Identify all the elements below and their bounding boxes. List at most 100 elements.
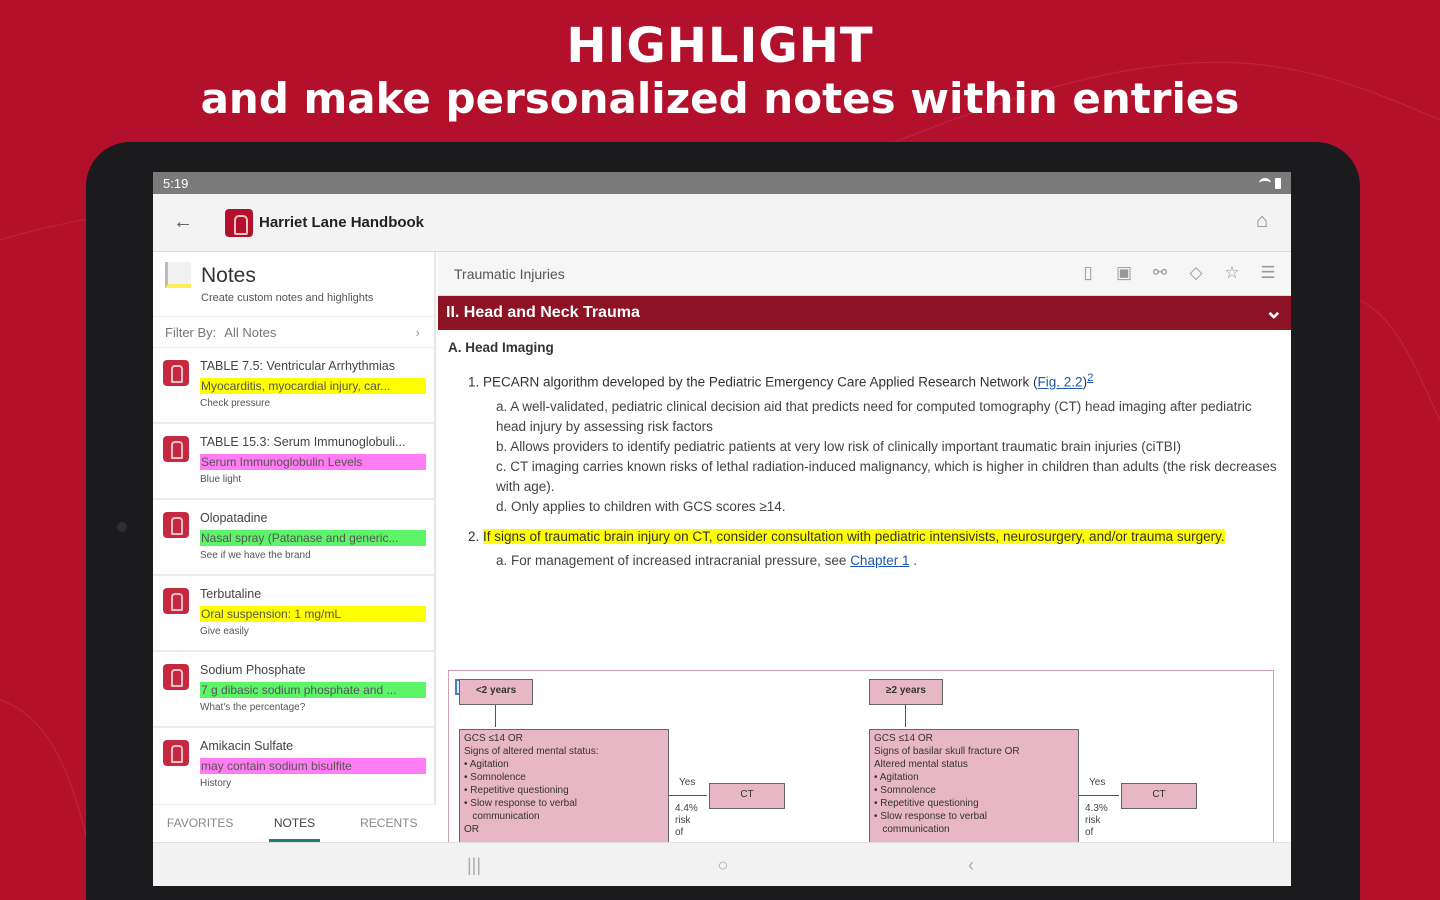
wifi-icon	[1259, 178, 1271, 188]
chevron-right-icon: ›	[415, 324, 420, 340]
item-text: a. For management of increased intracran…	[496, 552, 851, 568]
entry-book-icon	[163, 512, 189, 538]
list-item: a. For management of increased intracran…	[448, 551, 1281, 571]
camera-icon	[117, 522, 127, 532]
list-item: d. Only applies to children with GCS sco…	[496, 498, 786, 514]
tab-favorites[interactable]: FAVORITES	[153, 805, 247, 842]
notes-title: Notes	[201, 264, 256, 287]
battery-icon	[1275, 177, 1281, 189]
age-box-2-plus: ≥2 years	[869, 679, 943, 705]
tag-icon[interactable]: ◇	[1185, 262, 1207, 284]
tab-recents[interactable]: RECENTS	[342, 805, 436, 842]
criteria-box-right: GCS ≤14 OR Signs of basilar skull fractu…	[869, 729, 1079, 842]
save-icon[interactable]: ▣	[1113, 262, 1135, 284]
app-title: Harriet Lane Handbook	[259, 214, 425, 231]
filter-value: All Notes	[224, 324, 277, 340]
ct-box-left: CT	[709, 783, 785, 809]
notes-icon	[165, 262, 191, 288]
list-item: 2. If signs of traumatic brain injury on…	[448, 527, 1281, 547]
headline-subtitle: and make personalized notes within entri…	[200, 74, 1240, 123]
note-text: What's the percentage?	[200, 702, 306, 713]
item-number: 2.	[468, 528, 480, 544]
note-list-item[interactable]: Sodium Phosphate 7 g dibasic sodium phos…	[153, 652, 434, 728]
tab-notes[interactable]: NOTES	[247, 805, 341, 842]
note-title: Terbutaline	[200, 587, 262, 601]
notes-panel: Notes Create custom notes and highlights…	[153, 252, 436, 842]
yes-label-right: Yes	[1089, 777, 1106, 788]
risk-text-left: 4.4% risk of	[675, 803, 698, 838]
risk-text-right: 4.3% risk of	[1085, 803, 1108, 838]
document-toolbar: Traumatic Injuries ▯ ▣ ⚯ ◇ ☆ ☰	[438, 252, 1291, 296]
filter-label: Filter By:	[165, 324, 217, 340]
document-icon[interactable]: ▯	[1077, 262, 1099, 284]
pecarn-figure[interactable]: <2 years GCS ≤14 OR Signs of altered men…	[448, 670, 1274, 842]
status-bar: 5:19	[153, 172, 1291, 194]
highlighted-text[interactable]: If signs of traumatic brain injury on CT…	[483, 528, 1225, 544]
entry-book-icon	[163, 436, 189, 462]
list-item: 1. PECARN algorithm developed by the Ped…	[448, 368, 1281, 393]
note-text: Blue light	[200, 474, 242, 485]
note-title: TABLE 15.3: Serum Immunoglobuli...	[200, 435, 406, 449]
note-text: Give easily	[200, 626, 249, 637]
criteria-box-left: GCS ≤14 OR Signs of altered mental statu…	[459, 729, 669, 842]
note-highlight: Serum Immunoglobulin Levels	[200, 454, 426, 470]
recents-nav-button[interactable]: |||	[459, 853, 489, 877]
note-highlight: Nasal spray (Patanase and generic...	[200, 530, 426, 546]
note-title: TABLE 7.5: Ventricular Arrhythmias	[200, 359, 395, 373]
home-icon: ⌂	[1255, 210, 1269, 232]
note-list-item[interactable]: Amikacin Sulfate may contain sodium bisu…	[153, 728, 434, 804]
entry-book-icon	[163, 588, 189, 614]
note-highlight: Oral suspension: 1 mg/mL	[200, 606, 426, 622]
note-list-item[interactable]: TABLE 7.5: Ventricular Arrhythmias Myoca…	[153, 348, 434, 424]
document-content: A. Head Imaging 1. PECARN algorithm deve…	[438, 330, 1291, 571]
status-time: 5:19	[163, 175, 189, 191]
notes-subtitle: Create custom notes and highlights	[201, 292, 374, 304]
reference-link[interactable]: 2	[1087, 372, 1093, 384]
section-title: II. Head and Neck Trauma	[446, 304, 640, 321]
note-text: See if we have the brand	[200, 550, 311, 561]
bottom-tabs: FAVORITES NOTES RECENTS	[153, 804, 436, 842]
note-text: History	[200, 778, 232, 789]
back-button[interactable]: ←	[153, 211, 213, 234]
note-list-item[interactable]: Terbutaline Oral suspension: 1 mg/mL Giv…	[153, 576, 434, 652]
document-panel: Traumatic Injuries ▯ ▣ ⚯ ◇ ☆ ☰ II. Head …	[438, 252, 1291, 842]
entry-book-icon	[163, 360, 189, 386]
list-item: c. CT imaging carries known risks of let…	[496, 458, 1277, 494]
note-text: Check pressure	[200, 398, 271, 409]
note-list-item[interactable]: Olopatadine Nasal spray (Patanase and ge…	[153, 500, 434, 576]
note-title: Amikacin Sulfate	[200, 739, 294, 753]
app-bar: ← Harriet Lane Handbook ⌂	[153, 194, 1291, 252]
notes-header: Notes Create custom notes and highlights	[153, 252, 434, 316]
note-highlight: 7 g dibasic sodium phosphate and ...	[200, 682, 426, 698]
document-title: Traumatic Injuries	[454, 265, 565, 282]
home-nav-button[interactable]: ○	[708, 853, 738, 877]
figure-link[interactable]: Fig. 2.2	[1038, 375, 1083, 390]
link-icon[interactable]: ⚯	[1149, 262, 1171, 284]
entry-book-icon	[163, 740, 189, 766]
section-header[interactable]: II. Head and Neck Trauma ⌄	[438, 296, 1291, 330]
yes-label-left: Yes	[679, 777, 696, 788]
item-text: .	[909, 552, 917, 568]
filter-dropdown[interactable]: Filter By: All Notes ›	[153, 316, 434, 348]
ct-box-right: CT	[1121, 783, 1197, 809]
back-nav-button[interactable]: ‹	[956, 853, 986, 877]
subsection-heading: A. Head Imaging	[448, 340, 554, 355]
list-item: a. A well-validated, pediatric clinical …	[496, 398, 1252, 434]
note-highlight: may contain sodium bisulfite	[200, 758, 426, 774]
age-box-under-2: <2 years	[459, 679, 533, 705]
note-title: Olopatadine	[200, 511, 268, 525]
note-list-item[interactable]: TABLE 15.3: Serum Immunoglobuli... Serum…	[153, 424, 434, 500]
star-icon[interactable]: ☆	[1221, 262, 1243, 284]
list-icon[interactable]: ☰	[1257, 262, 1279, 284]
item-text: 1. PECARN algorithm developed by the Ped…	[468, 374, 1038, 390]
note-title: Sodium Phosphate	[200, 663, 306, 677]
note-highlight: Myocarditis, myocardial injury, car...	[200, 378, 426, 394]
home-button[interactable]: ⌂	[1251, 210, 1273, 232]
list-item: b. Allows providers to identify pediatri…	[496, 438, 1182, 454]
app-logo-icon	[225, 208, 253, 237]
arrow-left-icon: ←	[173, 211, 193, 233]
system-nav-bar: ||| ○ ‹	[153, 842, 1291, 886]
chapter-link[interactable]: Chapter 1	[850, 553, 909, 568]
entry-book-icon	[163, 664, 189, 690]
device-screen: 5:19 ← Harriet Lane Handbook ⌂ Notes Cre…	[153, 172, 1291, 886]
